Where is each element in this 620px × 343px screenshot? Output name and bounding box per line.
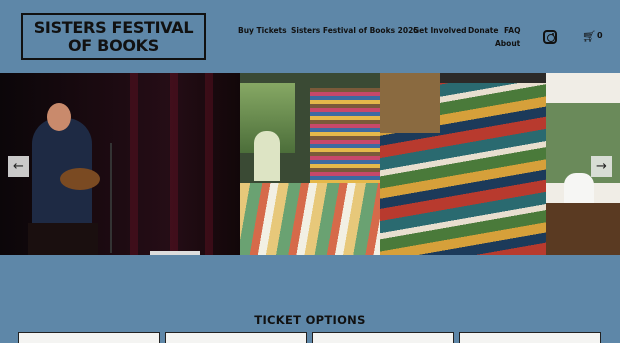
logo-line-1: SISTERS FESTIVAL: [33, 17, 194, 37]
ticket-card[interactable]: [312, 332, 454, 343]
photo-gallery: ← →: [0, 73, 620, 255]
site-logo[interactable]: SISTERS FESTIVAL OF BOOKS: [21, 13, 206, 60]
gallery-next-button[interactable]: →: [591, 156, 612, 177]
nav-get-involved[interactable]: Get Involved: [413, 26, 467, 35]
gallery-image-book-stacks: [380, 73, 546, 255]
logo-line-2: OF BOOKS: [67, 35, 160, 55]
nav-buy-tickets[interactable]: Buy Tickets: [238, 26, 287, 35]
nav-donate[interactable]: Donate: [468, 26, 498, 35]
gallery-prev-button[interactable]: ←: [8, 156, 29, 177]
gallery-image-bookstore: [240, 73, 380, 255]
cart-count: 0: [597, 31, 603, 40]
ticket-card[interactable]: [18, 332, 160, 343]
gallery-image-performer: [0, 73, 240, 255]
ticket-options-heading: TICKET OPTIONS: [254, 313, 366, 327]
nav-about[interactable]: About: [495, 39, 520, 48]
ticket-card[interactable]: [165, 332, 307, 343]
cart-icon[interactable]: 🛒︎: [582, 30, 596, 43]
nav-festival-2025[interactable]: Sisters Festival of Books 2025: [291, 26, 419, 35]
site-header: SISTERS FESTIVAL OF BOOKS Buy Tickets Si…: [0, 0, 620, 73]
ticket-card[interactable]: [459, 332, 601, 343]
instagram-icon[interactable]: [543, 30, 557, 44]
nav-faq[interactable]: FAQ: [504, 26, 520, 35]
